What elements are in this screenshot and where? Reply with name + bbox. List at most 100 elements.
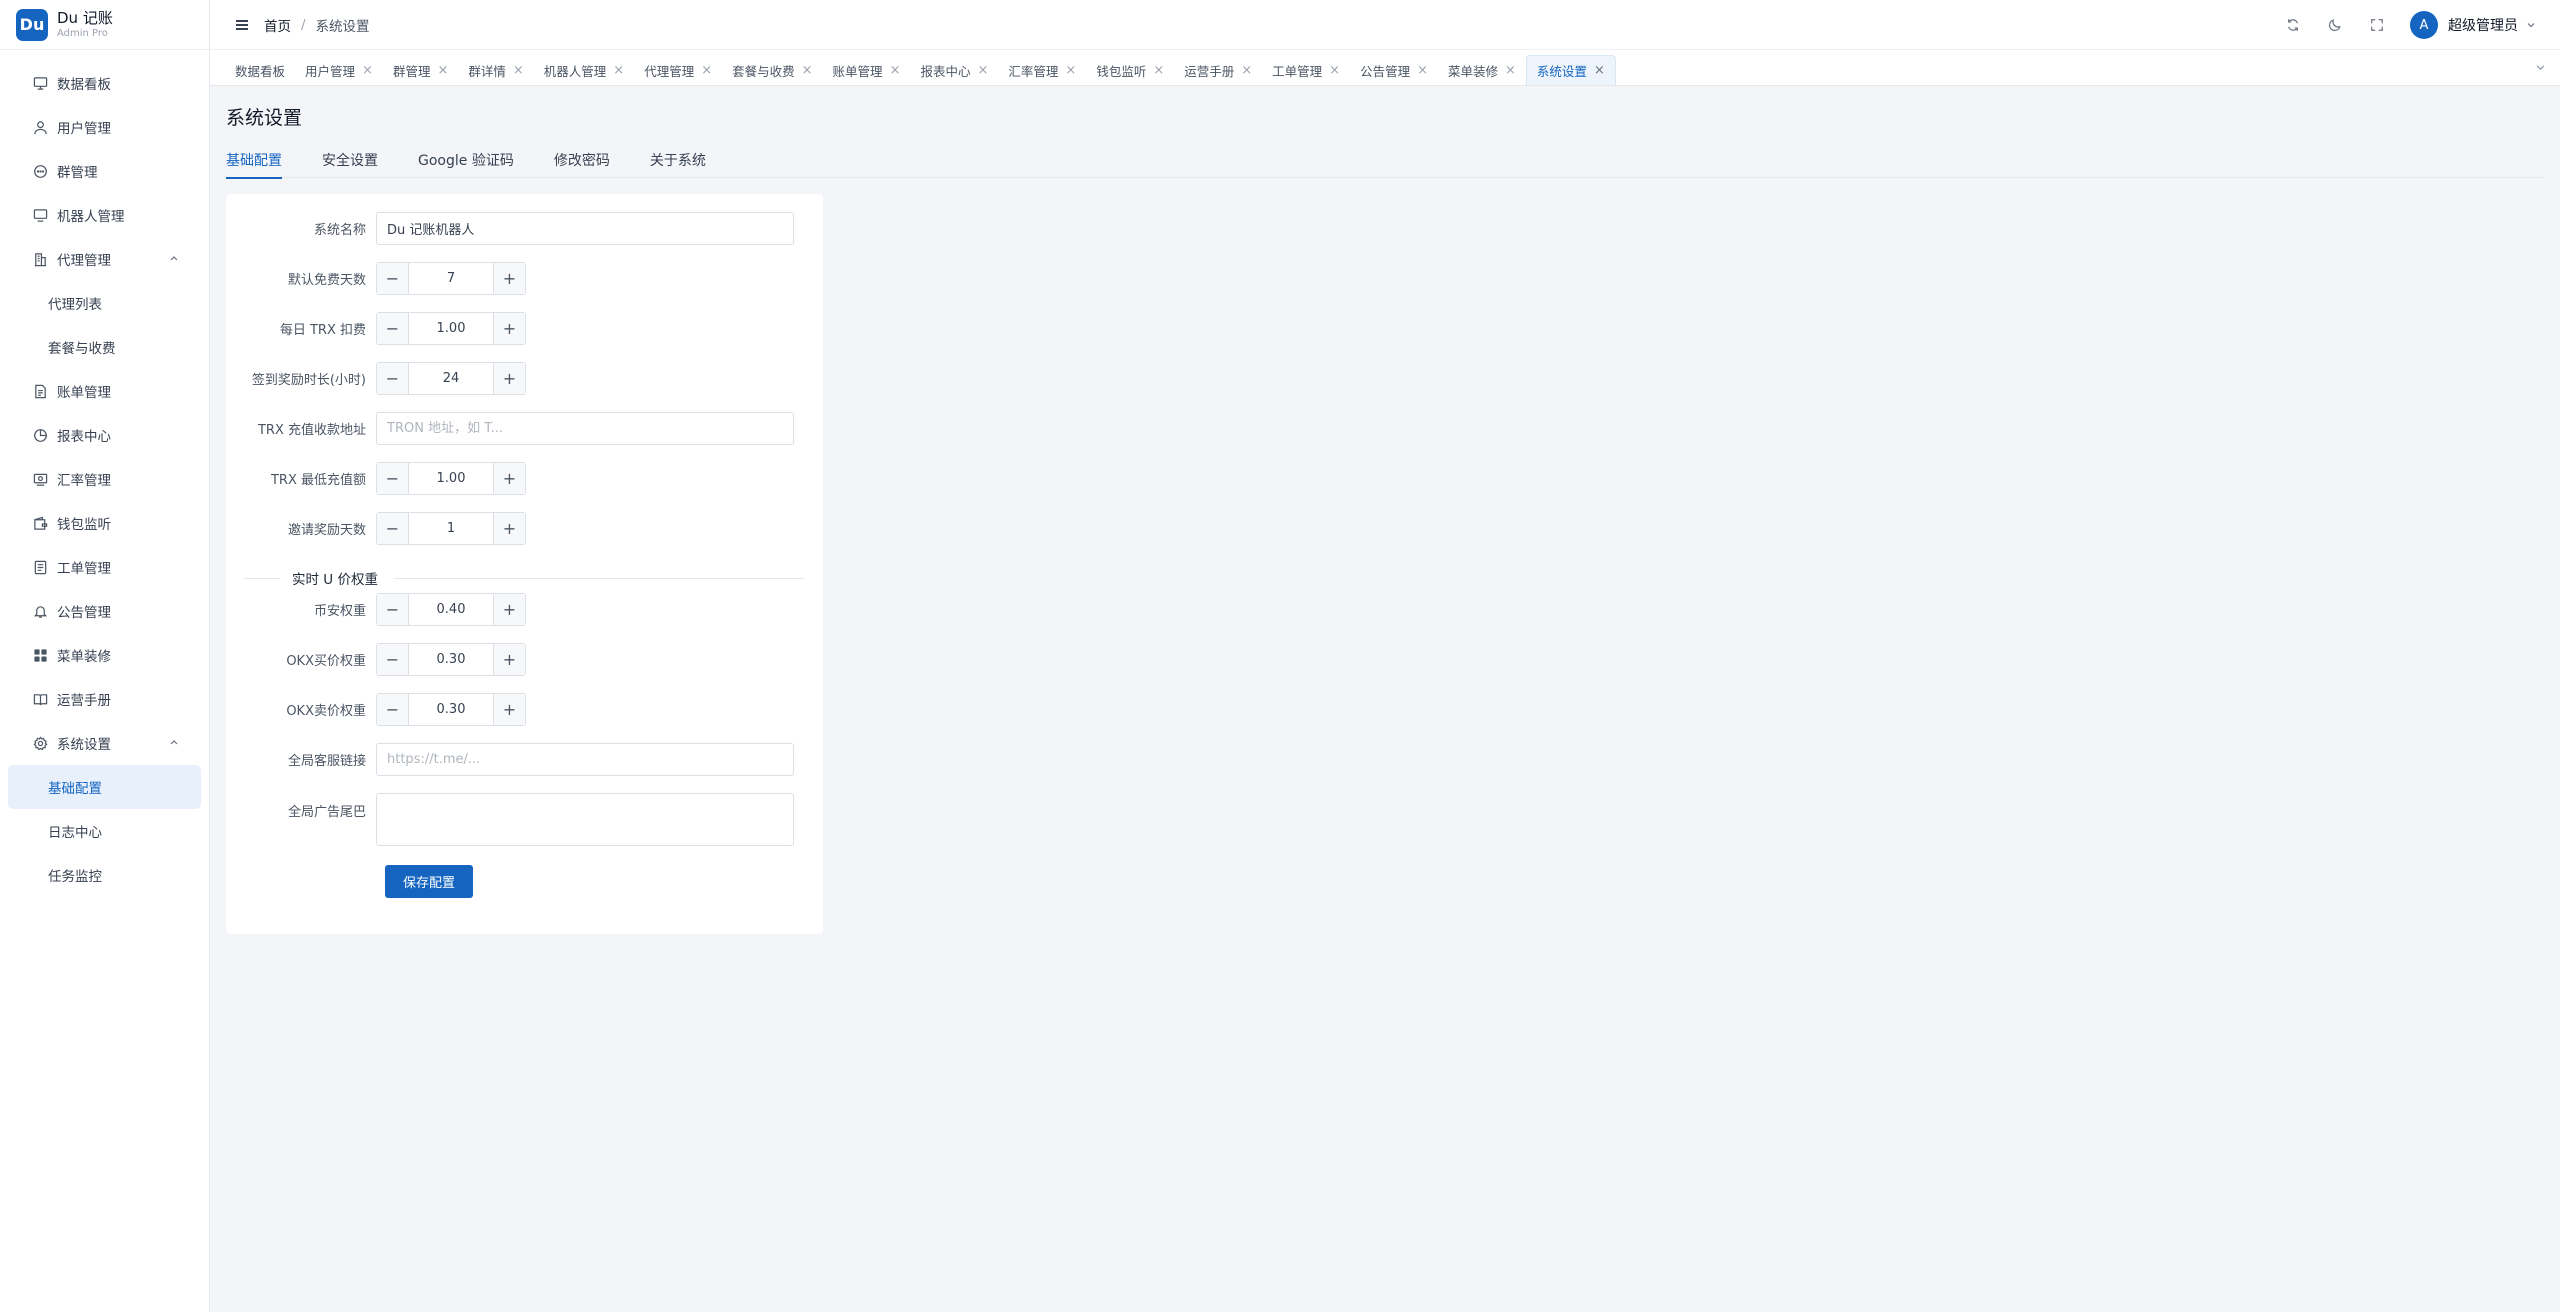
user-name[interactable]: 超级管理员 bbox=[2448, 15, 2518, 35]
moon-icon[interactable] bbox=[2326, 16, 2344, 34]
menu-toggle-icon[interactable] bbox=[236, 19, 248, 30]
refresh-icon[interactable] bbox=[2284, 16, 2302, 34]
decrement-button[interactable]: − bbox=[377, 263, 409, 294]
tab-agents[interactable]: 代理管理 × bbox=[634, 55, 722, 85]
close-icon[interactable]: × bbox=[977, 63, 988, 78]
sidebar-item-tasks[interactable]: 任务监控 bbox=[0, 853, 209, 897]
decrement-button[interactable]: − bbox=[377, 594, 409, 625]
chevron-down-icon[interactable] bbox=[2526, 20, 2536, 30]
close-icon[interactable]: × bbox=[890, 63, 901, 78]
increment-button[interactable]: + bbox=[493, 313, 525, 344]
tab-menu-design[interactable]: 菜单装修 × bbox=[1438, 55, 1526, 85]
sidebar-item-logs[interactable]: 日志中心 bbox=[0, 809, 209, 853]
increment-button[interactable]: + bbox=[493, 594, 525, 625]
close-icon[interactable]: × bbox=[1505, 63, 1516, 78]
avatar[interactable]: A bbox=[2410, 11, 2438, 39]
increment-button[interactable]: + bbox=[493, 644, 525, 675]
tab-label: 账单管理 bbox=[832, 63, 883, 79]
sidebar-item-label: 系统设置 bbox=[57, 737, 111, 753]
stepper-value[interactable]: 0.30 bbox=[409, 644, 493, 675]
close-icon[interactable]: × bbox=[1329, 63, 1340, 78]
close-icon[interactable]: × bbox=[437, 63, 448, 78]
tab-manual[interactable]: 运营手册 × bbox=[1174, 55, 1262, 85]
increment-button[interactable]: + bbox=[493, 513, 525, 544]
decrement-button[interactable]: − bbox=[377, 313, 409, 344]
sidebar-item-users[interactable]: 用户管理 bbox=[0, 105, 209, 149]
decrement-button[interactable]: − bbox=[377, 513, 409, 544]
sidebar-item-announcements[interactable]: 公告管理 bbox=[0, 589, 209, 633]
sidebar-item-basic-config[interactable]: 基础配置 bbox=[8, 765, 201, 809]
close-icon[interactable]: × bbox=[1594, 63, 1605, 78]
save-config-button[interactable]: 保存配置 bbox=[385, 865, 473, 898]
close-icon[interactable]: × bbox=[362, 63, 373, 78]
decrement-button[interactable]: − bbox=[377, 694, 409, 725]
ad-tail-textarea[interactable] bbox=[376, 793, 794, 846]
close-icon[interactable]: × bbox=[701, 63, 712, 78]
tab-settings[interactable]: 系统设置 × bbox=[1525, 55, 1616, 85]
tab-users[interactable]: 用户管理 × bbox=[295, 55, 383, 85]
tab-groups[interactable]: 群管理 × bbox=[383, 55, 458, 85]
sidebar-item-robots[interactable]: 机器人管理 bbox=[0, 193, 209, 237]
trx-address-input[interactable] bbox=[387, 421, 793, 436]
decrement-button[interactable]: − bbox=[377, 644, 409, 675]
system-name-input[interactable]: Du 记账机器人 bbox=[376, 212, 794, 245]
close-icon[interactable]: × bbox=[1417, 63, 1428, 78]
sidebar-item-tickets[interactable]: 工单管理 bbox=[0, 545, 209, 589]
close-icon[interactable]: × bbox=[613, 63, 624, 78]
increment-button[interactable]: + bbox=[493, 363, 525, 394]
tab-security[interactable]: 安全设置 bbox=[322, 150, 378, 178]
close-icon[interactable]: × bbox=[1241, 63, 1252, 78]
breadcrumb-home[interactable]: 首页 bbox=[264, 15, 291, 35]
sidebar-item-agents[interactable]: 代理管理 bbox=[0, 237, 209, 281]
decrement-button[interactable]: − bbox=[377, 463, 409, 494]
close-icon[interactable]: × bbox=[1065, 63, 1076, 78]
tab-tickets[interactable]: 工单管理 × bbox=[1262, 55, 1350, 85]
tab-label: 机器人管理 bbox=[543, 63, 607, 79]
sidebar-item-plans[interactable]: 套餐与收费 bbox=[0, 325, 209, 369]
tab-group-detail[interactable]: 群详情 × bbox=[458, 55, 533, 85]
field-label: 签到奖励时长(小时) bbox=[251, 373, 366, 388]
tab-label: 汇率管理 bbox=[1008, 63, 1059, 79]
sidebar-item-groups[interactable]: 群管理 bbox=[0, 149, 209, 193]
stepper-value[interactable]: 1.00 bbox=[409, 313, 493, 344]
fullscreen-icon[interactable] bbox=[2368, 16, 2386, 34]
sidebar-item-rates[interactable]: 汇率管理 bbox=[0, 457, 209, 501]
stepper-value[interactable]: 1.00 bbox=[409, 463, 493, 494]
sidebar-item-bills[interactable]: 账单管理 bbox=[0, 369, 209, 413]
tab-reports[interactable]: 报表中心 × bbox=[910, 55, 998, 85]
increment-button[interactable]: + bbox=[493, 263, 525, 294]
tab-rates[interactable]: 汇率管理 × bbox=[998, 55, 1086, 85]
decrement-button[interactable]: − bbox=[377, 363, 409, 394]
stepper-value[interactable]: 1 bbox=[409, 513, 493, 544]
stepper-value[interactable]: 0.30 bbox=[409, 694, 493, 725]
stepper-value[interactable]: 24 bbox=[409, 363, 493, 394]
tab-dashboard[interactable]: 数据看板 bbox=[225, 55, 295, 85]
sidebar-item-dashboard[interactable]: 数据看板 bbox=[0, 61, 209, 105]
increment-button[interactable]: + bbox=[493, 694, 525, 725]
tab-basic-config[interactable]: 基础配置 bbox=[226, 150, 282, 179]
tab-about[interactable]: 关于系统 bbox=[650, 150, 706, 178]
close-icon[interactable]: × bbox=[802, 63, 813, 78]
tab-plans[interactable]: 套餐与收费 × bbox=[722, 55, 822, 85]
sidebar-item-manual[interactable]: 运营手册 bbox=[0, 677, 209, 721]
sidebar-item-wallet[interactable]: 钱包监听 bbox=[0, 501, 209, 545]
increment-button[interactable]: + bbox=[493, 463, 525, 494]
sidebar-item-menu-design[interactable]: 菜单装修 bbox=[0, 633, 209, 677]
sidebar-item-reports[interactable]: 报表中心 bbox=[0, 413, 209, 457]
tab-bills[interactable]: 账单管理 × bbox=[823, 55, 911, 85]
top-header: 首页 / 系统设置 A 超级管理员 bbox=[210, 0, 2560, 50]
sidebar-item-agent-list[interactable]: 代理列表 bbox=[0, 281, 209, 325]
tab-change-password[interactable]: 修改密码 bbox=[554, 150, 610, 178]
stepper-value[interactable]: 0.40 bbox=[409, 594, 493, 625]
close-icon[interactable]: × bbox=[513, 63, 524, 78]
tab-robots[interactable]: 机器人管理 × bbox=[534, 55, 634, 85]
support-link-input[interactable] bbox=[387, 752, 793, 767]
sidebar-item-settings[interactable]: 系统设置 bbox=[0, 721, 209, 765]
stepper-value[interactable]: 7 bbox=[409, 263, 493, 294]
tab-announcements[interactable]: 公告管理 × bbox=[1350, 55, 1438, 85]
tab-google-auth[interactable]: Google 验证码 bbox=[418, 150, 514, 178]
close-icon[interactable]: × bbox=[1153, 63, 1164, 78]
chevron-down-icon[interactable] bbox=[2535, 62, 2546, 73]
tab-wallet[interactable]: 钱包监听 × bbox=[1086, 55, 1174, 85]
okx-sell-weight-stepper: − 0.30 + bbox=[376, 693, 526, 726]
